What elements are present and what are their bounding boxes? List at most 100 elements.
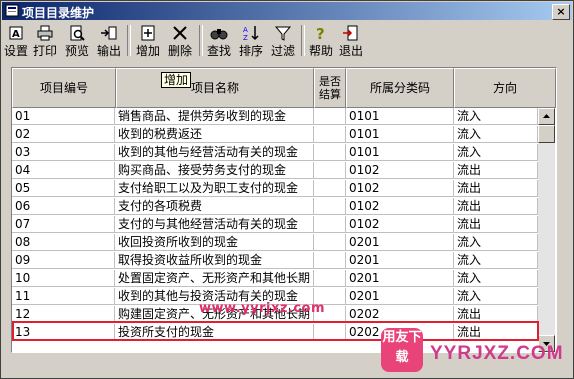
- exit-button[interactable]: 退出: [337, 23, 365, 58]
- filter-icon: [274, 26, 292, 41]
- add-button[interactable]: 增加: [133, 23, 163, 58]
- cell-code: 05: [12, 180, 115, 197]
- cell-name: 收回投资所收到的现金: [115, 234, 314, 251]
- cell-code: 01: [12, 108, 115, 125]
- app-icon: [5, 4, 19, 17]
- sort-button[interactable]: AZ 排序: [237, 23, 265, 58]
- cell-name: 处置固定资产、无形资产和其他长期: [115, 270, 314, 287]
- add-icon: [141, 25, 155, 41]
- cell-settle: [314, 234, 346, 251]
- sort-label: 排序: [238, 44, 263, 58]
- filter-button[interactable]: 过滤: [269, 23, 297, 58]
- table-row[interactable]: 09 取得投资收益所收到的现金 0201 流入: [12, 252, 538, 270]
- cell-settle: [314, 216, 346, 233]
- cell-category: 0201: [346, 234, 454, 251]
- cell-category: 0201: [346, 288, 454, 305]
- settings-label: 设置: [3, 44, 28, 58]
- svg-text:?: ?: [316, 25, 325, 41]
- table-row[interactable]: 01 销售商品、提供劳务收到的现金 0101 流入: [12, 108, 538, 126]
- cell-settle: [314, 324, 346, 341]
- find-label: 查找: [206, 44, 231, 58]
- cell-category: 0101: [346, 108, 454, 125]
- table-row[interactable]: 10 处置固定资产、无形资产和其他长期 0201 流入: [12, 270, 538, 288]
- table-row[interactable]: 03 收到的其他与经营活动有关的现金 0101 流入: [12, 144, 538, 162]
- table-row[interactable]: 06 支付的各项税费 0102 流出: [12, 198, 538, 216]
- cell-direction: 流出: [454, 180, 538, 197]
- column-header-name[interactable]: 项目名称: [116, 68, 314, 108]
- cell-code: 09: [12, 252, 115, 269]
- print-icon: [37, 25, 53, 41]
- cell-name: 支付的各项税费: [115, 198, 314, 215]
- scroll-up-button[interactable]: [538, 108, 555, 125]
- cell-code: 02: [12, 126, 115, 143]
- cell-settle: [314, 198, 346, 215]
- exit-icon: [343, 25, 358, 41]
- cell-direction: 流入: [454, 144, 538, 161]
- column-header-code[interactable]: 项目编号: [12, 68, 116, 108]
- cell-name: 收到的其他与经营活动有关的现金: [115, 144, 314, 161]
- cell-direction: 流入: [454, 234, 538, 251]
- cell-direction: 流入: [454, 288, 538, 305]
- cell-direction: 流入: [454, 252, 538, 269]
- scroll-thumb[interactable]: [538, 125, 555, 143]
- exit-label: 退出: [338, 44, 363, 58]
- export-label: 输出: [96, 44, 121, 58]
- export-icon: [101, 26, 117, 40]
- column-header-category[interactable]: 所属分类码: [346, 68, 454, 108]
- cell-code: 08: [12, 234, 115, 251]
- window-title: 项目目录维护: [22, 6, 95, 20]
- cell-settle: [314, 108, 346, 125]
- cell-category: 0201: [346, 252, 454, 269]
- table-row[interactable]: 08 收回投资所收到的现金 0201 流入: [12, 234, 538, 252]
- help-label: 帮助: [308, 44, 333, 58]
- cell-direction: 流出: [454, 216, 538, 233]
- table-row[interactable]: 13 投资所支付的现金 0202 流出: [12, 324, 538, 342]
- close-button[interactable]: ×: [552, 4, 570, 20]
- print-button[interactable]: 打印: [31, 23, 59, 58]
- sort-icon: AZ: [243, 26, 259, 41]
- cell-code: 07: [12, 216, 115, 233]
- export-button[interactable]: 输出: [95, 23, 123, 58]
- cell-direction: 流出: [454, 198, 538, 215]
- preview-button[interactable]: 预览: [63, 23, 91, 58]
- table-row[interactable]: 07 支付的与其他经营活动有关的现金 0102 流出: [12, 216, 538, 234]
- cell-code: 13: [12, 324, 115, 341]
- find-button[interactable]: 查找: [205, 23, 233, 58]
- svg-text:Z: Z: [243, 34, 248, 41]
- column-header-settle[interactable]: 是否结算: [314, 68, 346, 108]
- cell-direction: 流出: [454, 324, 538, 341]
- cell-name: 支付给职工以及为职工支付的现金: [115, 180, 314, 197]
- tooltip: 增加: [161, 72, 192, 88]
- cell-direction: 流出: [454, 306, 538, 323]
- cell-code: 10: [12, 270, 115, 287]
- cell-code: 03: [12, 144, 115, 161]
- table-row[interactable]: 04 购买商品、接受劳务支付的现金 0102 流出: [12, 162, 538, 180]
- delete-icon: [173, 26, 187, 40]
- help-button[interactable]: ? 帮助: [307, 23, 335, 58]
- cell-category: 0102: [346, 198, 454, 215]
- cell-code: 06: [12, 198, 115, 215]
- help-icon: ?: [316, 25, 325, 41]
- svg-text:A: A: [12, 29, 20, 40]
- cell-settle: [314, 252, 346, 269]
- cell-name: 购买商品、接受劳务支付的现金: [115, 162, 314, 179]
- cell-direction: 流入: [454, 126, 538, 143]
- toolbar: A 设置 打印 预览 输出 增加 删除 查找 AZ 排序 过滤 ? 帮助 退出: [3, 23, 573, 59]
- delete-button[interactable]: 删除: [165, 23, 195, 58]
- settings-button[interactable]: A 设置: [3, 23, 29, 58]
- title-bar: 项目目录维护 ×: [2, 2, 572, 20]
- find-icon: [210, 29, 228, 40]
- column-header-direction[interactable]: 方向: [454, 68, 556, 108]
- cell-category: 0202: [346, 306, 454, 323]
- cell-category: 0102: [346, 216, 454, 233]
- table-row[interactable]: 02 收到的税费返还 0101 流入: [12, 126, 538, 144]
- cell-direction: 流入: [454, 108, 538, 125]
- toolbar-separator: [301, 25, 305, 56]
- cell-name: 支付的与其他经营活动有关的现金: [115, 216, 314, 233]
- cell-category: 0102: [346, 180, 454, 197]
- cell-code: 12: [12, 306, 115, 323]
- table-row[interactable]: 05 支付给职工以及为职工支付的现金 0102 流出: [12, 180, 538, 198]
- cell-settle: [314, 126, 346, 143]
- vertical-scrollbar[interactable]: [538, 108, 555, 352]
- preview-icon: [70, 25, 85, 41]
